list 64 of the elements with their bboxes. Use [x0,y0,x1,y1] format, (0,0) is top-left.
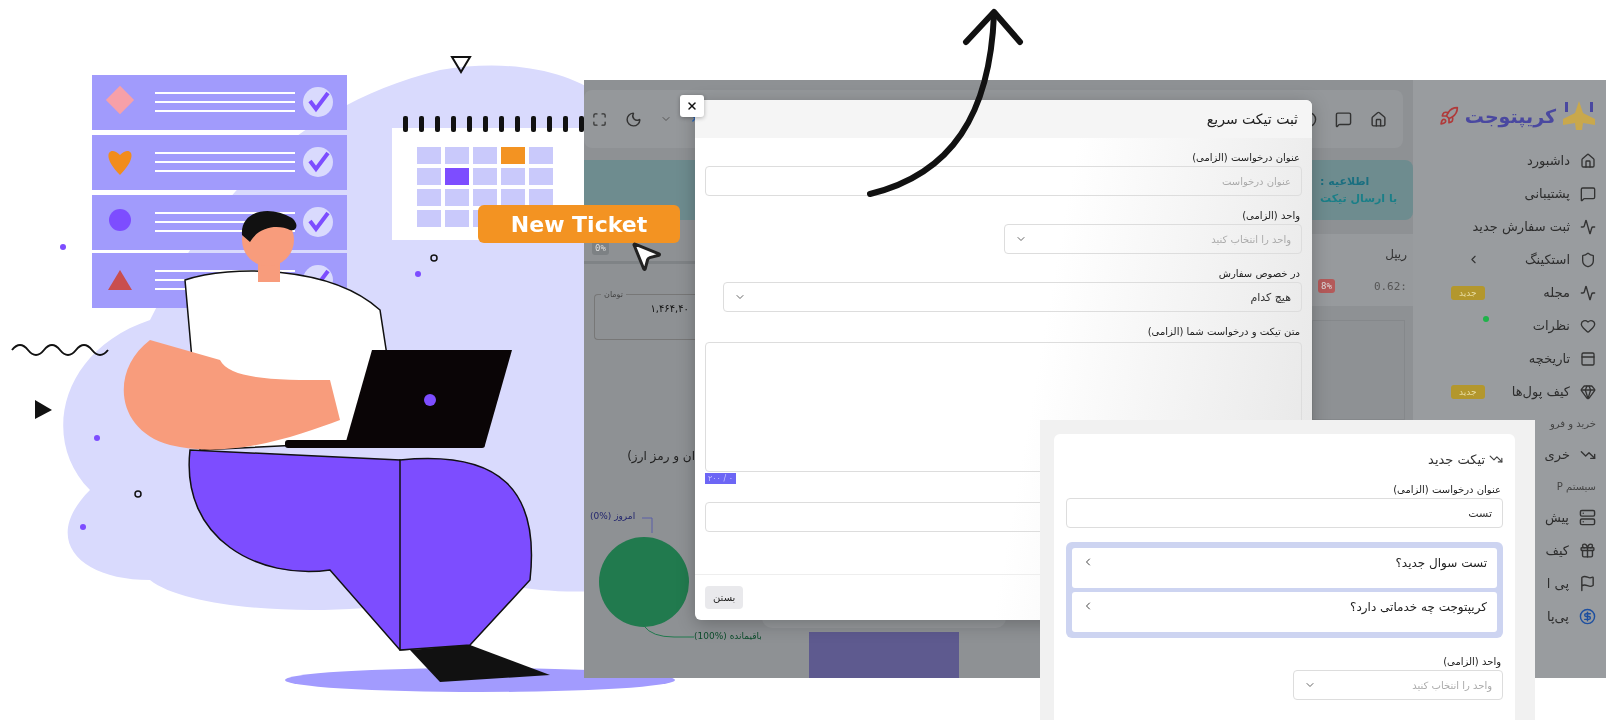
nav-item[interactable]: پیش [1544,501,1596,534]
chat-icon[interactable] [1335,110,1352,128]
faq-item[interactable]: کریپتوجت چه خدماتی دارد؟ [1072,592,1497,632]
new-ticket-badge: New Ticket [478,205,680,243]
amount-value: ۱,۴۶۴,۴۰ [650,303,689,314]
new-badge: جدید [1451,285,1485,300]
nav-icon [1579,575,1596,592]
nav-icon [1579,509,1596,526]
brand-name: کریپتوجت [1464,105,1556,127]
nav-icon [1579,542,1596,559]
section-label: سیستم P [1556,479,1596,495]
field-label: عنوان درخواست (الزامی) [1392,484,1501,495]
moon-icon[interactable] [625,110,642,128]
rocket-icon [1438,106,1459,126]
close-button[interactable] [680,95,704,117]
field-label: واحد (الزامی) [1241,210,1300,221]
nav-item[interactable]: مجله جدید [1423,276,1596,309]
dialog-title: ثبت تیکت سریع [1206,111,1298,127]
field-label: متن تیکت و درخواست شما (الزامی) [1146,326,1300,337]
nav-item[interactable]: ثبت سفارش جدید [1423,210,1596,243]
nav-item[interactable]: پی‌پا [1546,600,1596,633]
nav-item[interactable]: تاریخچه [1423,342,1596,375]
notice-title: اطلاعیه : [1320,175,1370,188]
leader-line [644,625,694,639]
chart-label: امروز (%0) [590,511,636,521]
nav-item[interactable]: نظرات [1423,309,1596,342]
fullscreen-icon[interactable] [592,111,607,127]
nav-icon [1580,185,1596,202]
field-label: در خصوص سفارش [1217,268,1300,279]
nav-item[interactable]: داشبورد [1423,144,1596,177]
nav-icon [1579,608,1596,625]
nav-icon [1580,383,1596,400]
chart-label: باقیمانده (%100) [694,631,762,641]
notice-text: با ارسال تیکت [1320,192,1398,205]
home-icon[interactable] [1370,110,1387,128]
input-field[interactable]: تست [1066,498,1503,528]
nav-item[interactable]: خری [1544,438,1596,471]
nav-item[interactable]: کیف پول‌ها جدید [1423,375,1596,408]
select-field[interactable]: هیچ کدام [722,282,1302,312]
new-badge: جدید [1451,384,1485,399]
chart-title: ان و رمز ارز) [627,449,695,463]
jet-logo-icon [1562,99,1596,133]
coin-name: ریپل [1385,247,1407,261]
change-badge: 8% [1318,279,1335,293]
nav-icon [1580,251,1596,268]
nav-item[interactable]: کیف [1545,534,1596,567]
nav-icon [1580,218,1596,235]
leader-line [642,517,654,533]
nav-item[interactable]: استکینگ [1423,243,1596,276]
card-title: تیکت جدید [1428,451,1485,467]
coin-price: 0.62: [1373,279,1407,293]
nav-icon [1580,350,1596,367]
nav-item[interactable]: پشتیبانی [1423,177,1596,210]
close-icon [686,100,698,112]
nav-item[interactable]: پی ا [1546,567,1596,600]
nav-icon [1580,152,1596,169]
nav-icon [1580,317,1596,334]
nav-icon [1580,284,1596,301]
field-label: عنوان درخواست (الزامی) [1191,152,1300,163]
section-label: خرید و فرو [1549,416,1596,432]
field-legend: تومان [601,290,626,299]
field-label: واحد (الزامی) [1442,656,1501,667]
faq-item[interactable]: تست سوال جدید؟ [1072,548,1497,588]
close-button[interactable]: بستن [705,586,744,609]
